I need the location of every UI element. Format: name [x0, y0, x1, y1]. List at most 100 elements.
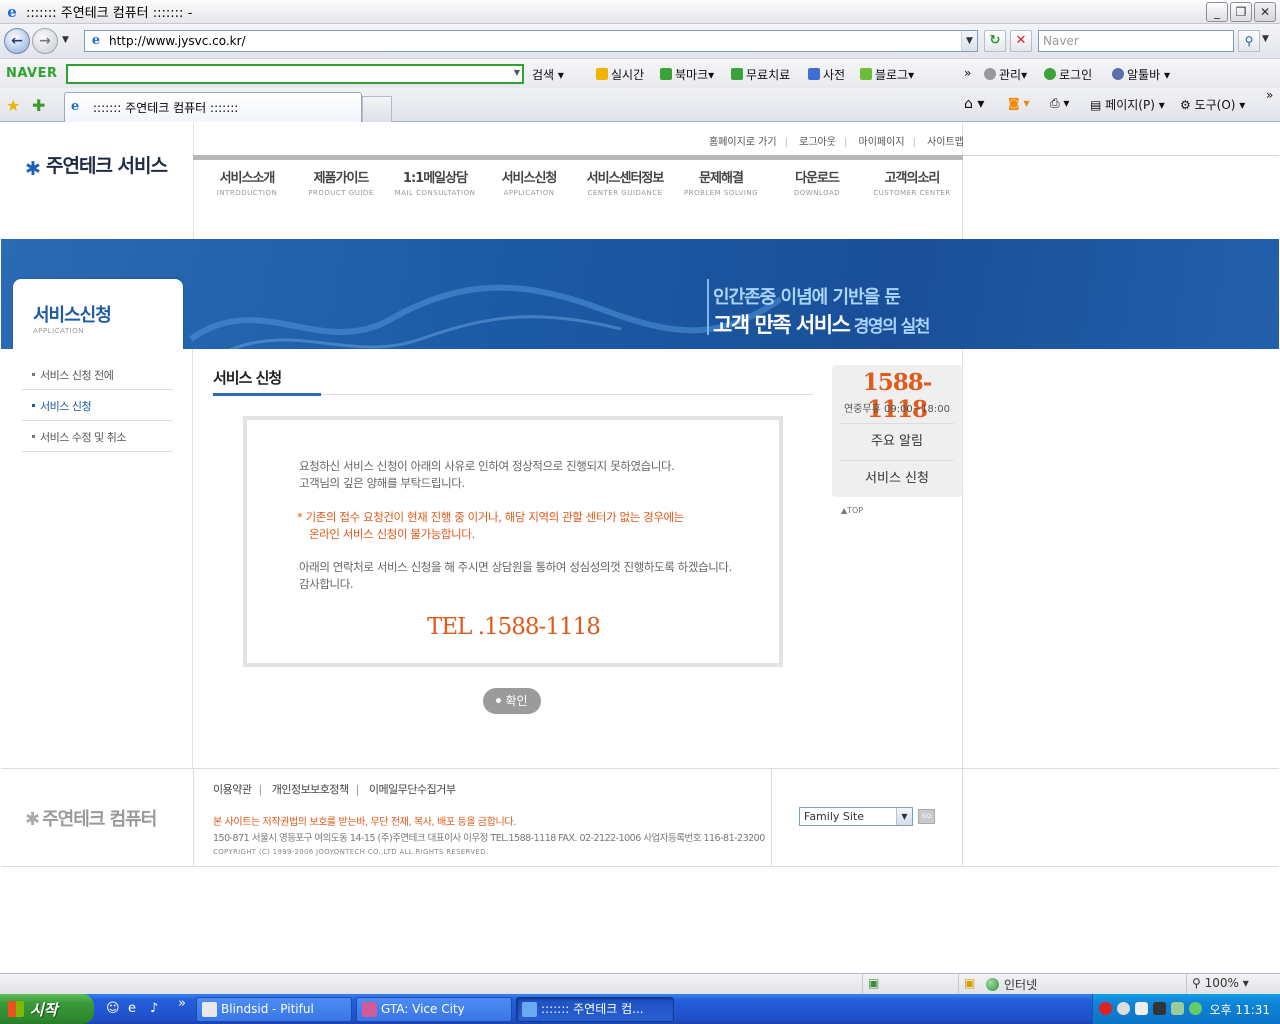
naver-blog-menu[interactable]: 블로그▾ [860, 66, 914, 83]
lnb-application[interactable]: 서비스 신청 [22, 390, 173, 421]
home-icon[interactable]: ⌂ ▾ [964, 96, 984, 112]
toolbar-overflow-icon[interactable]: » [964, 66, 971, 80]
family-site-select[interactable]: Family Site ▼ [799, 807, 913, 826]
refresh-button[interactable]: ↻ [984, 30, 1006, 52]
gnb-introduction[interactable]: 서비스소개 INTRODUCTION [199, 167, 295, 197]
taskbar-button-game[interactable]: GTA: Vice City [356, 997, 512, 1022]
security-zone: 인터넷 [986, 976, 1037, 993]
tab-active[interactable]: e ::::::: 주연테크 컴퓨터 ::::::: [64, 92, 362, 122]
tab-page-icon: e [71, 99, 80, 114]
command-overflow-icon[interactable]: » [1266, 88, 1273, 102]
naver-dictionary-button[interactable]: 사전 [808, 66, 845, 83]
top-links: 홈페이지로 가기 | 로그아웃 | 마이페이지 | 사이트맵 [709, 137, 964, 148]
print-icon[interactable]: ⎙ ▾ [1050, 96, 1069, 111]
start-button[interactable]: 시작 [0, 994, 94, 1024]
search-input[interactable]: Naver [1038, 30, 1234, 52]
page-menu[interactable]: ▤ 페이지(P) ▾ [1090, 96, 1165, 113]
protected-mode-icon: ▣ [964, 976, 976, 990]
naver-login-button[interactable]: 로그인 [1044, 66, 1092, 83]
naver-manage-menu[interactable]: 관리▾ [984, 66, 1027, 83]
gnb-download[interactable]: 다운로드 DOWNLOAD [767, 167, 867, 197]
forward-button[interactable]: → [32, 28, 58, 54]
window-titlebar: e ::::::: 주연테크 컴퓨터 ::::::: - _ ❐ ✕ [0, 0, 1280, 24]
rss-feed-icon[interactable]: ◙ ▾ [1008, 96, 1029, 110]
ie-icon [522, 1002, 537, 1017]
url-dropdown-icon[interactable]: ▼ [961, 31, 977, 51]
naver-realtime-button[interactable]: 실시간 [596, 66, 644, 83]
call-center-box: 1588-1118 연중무휴 09:00~18:00 주요 알림 서비스 신청 [832, 365, 962, 497]
ime-icon[interactable] [1099, 1002, 1112, 1015]
add-favorites-icon[interactable]: ✚ [32, 96, 45, 115]
minimize-button[interactable]: _ [1206, 2, 1228, 22]
tel-number: TEL .1588-1118 [427, 614, 601, 640]
quicklaunch-messenger-icon[interactable]: ☺ [106, 1001, 120, 1016]
url-text[interactable]: http://www.jysvc.co.kr/ [109, 34, 246, 48]
tray-monitor-icon[interactable] [1153, 1002, 1166, 1015]
page-icon: e [91, 33, 101, 48]
naver-search-input[interactable]: ▼ [66, 64, 524, 84]
top-link-logout[interactable]: 로그아웃 [799, 137, 836, 148]
confirm-button[interactable]: 확인 [483, 688, 541, 714]
gnb-customer-center[interactable]: 고객의소리 CUSTOMER CENTER [867, 167, 957, 197]
status-bar: ▣ ▣ 인터넷 ⚲ 100% ▾ [0, 973, 1280, 994]
tray-network-icon[interactable] [1171, 1002, 1184, 1015]
warning-line: * 기존의 접수 요청건이 현재 진행 중 이거나, 해당 지역의 관할 센터가… [297, 510, 684, 524]
side-nav: 서비스 신청 전에 서비스 신청 서비스 수정 및 취소 [22, 359, 173, 452]
zoom-level[interactable]: ⚲ 100% ▾ [1192, 976, 1249, 990]
footer-link-privacy[interactable]: 개인정보보호정책 [272, 783, 349, 796]
tray-chevron-icon[interactable] [1117, 1002, 1130, 1015]
history-dropdown-icon[interactable]: ▼ [62, 35, 69, 45]
naver-dropdown-icon[interactable]: ▼ [514, 68, 520, 77]
blog-icon [860, 68, 872, 80]
chevron-down-icon[interactable]: ▼ [896, 808, 912, 825]
footer-link-terms[interactable]: 이용약관 [213, 783, 252, 796]
stop-button[interactable]: ✕ [1010, 30, 1032, 52]
top-link[interactable]: ▲TOP [841, 506, 863, 515]
gnb-product-guide[interactable]: 제품가이드 PRODUCT GUIDE [295, 167, 387, 197]
favorites-star-icon[interactable]: ★ [6, 96, 20, 115]
back-button[interactable]: ← [4, 28, 30, 54]
gnb-problem-solving[interactable]: 문제해결 PROBLEM SOLVING [675, 167, 767, 197]
address-bar: ← → ▼ e http://www.jysvc.co.kr/ ▼ ↻ ✕ Na… [0, 24, 1280, 58]
altoolbar-menu[interactable]: 알툴바 ▾ [1112, 66, 1170, 83]
search-dropdown-icon[interactable]: ▼ [1262, 34, 1269, 44]
gnb-application[interactable]: 서비스신청 APPLICATION [483, 167, 575, 197]
site-logo[interactable]: ✱ 주연테크 서비스 [25, 151, 168, 180]
quicklaunch-overflow-icon[interactable]: » [178, 996, 186, 1011]
footer-copyright: COPYRIGHT (C) 1999-2006 JOOYONTECH CO.,L… [213, 848, 489, 856]
top-link-home[interactable]: 홈페이지로 가기 [709, 137, 777, 148]
notice-button[interactable]: 주요 알림 [840, 423, 954, 459]
naver-logo[interactable]: NAVER [6, 66, 58, 81]
close-button[interactable]: ✕ [1254, 2, 1276, 22]
new-tab-button[interactable] [362, 96, 392, 122]
naver-search-menu[interactable]: 검색 ▾ [532, 66, 564, 83]
naver-bookmark-menu[interactable]: 북마크▾ [660, 66, 714, 83]
lnb-before-application[interactable]: 서비스 신청 전에 [22, 359, 173, 390]
footer-link-email-policy[interactable]: 이메일무단수집거부 [369, 783, 456, 796]
gear-icon [984, 68, 996, 80]
restore-button[interactable]: ❐ [1230, 2, 1252, 22]
gnb-mail-consultation[interactable]: 1:1메일상담 MAIL CONSULTATION [387, 167, 483, 197]
url-field[interactable]: e http://www.jysvc.co.kr/ ▼ [84, 30, 978, 52]
quicklaunch-ie-icon[interactable]: e [128, 1001, 136, 1016]
star-icon [660, 68, 672, 80]
tray-player-icon[interactable] [1135, 1002, 1148, 1015]
service-apply-button[interactable]: 서비스 신청 [840, 460, 954, 496]
naver-toolbar: NAVER ▼ 검색 ▾ 실시간 북마크▾ 무료치료 사전 블로그▾ » 관리▾… [0, 58, 1280, 88]
family-site-go-button[interactable]: GO [918, 809, 935, 824]
tools-menu[interactable]: ⚙ 도구(O) ▾ [1180, 96, 1245, 113]
search-icon[interactable]: ⚲ [1238, 30, 1260, 52]
banner-swoosh [189, 284, 781, 349]
taskbar-button-music[interactable]: Blindsid - Pitiful [196, 997, 352, 1022]
hero-banner: 인간존중 이념에 기반을 둔 고객 만족 서비스 경영의 실천 [1, 239, 1279, 349]
lnb-modify-cancel[interactable]: 서비스 수정 및 취소 [22, 421, 173, 452]
quicklaunch-player-icon[interactable]: ♪ [150, 1001, 158, 1016]
taskbar-button-browser[interactable]: ::::::: 주연테크 컴... [516, 997, 674, 1022]
top-link-mypage[interactable]: 마이페이지 [859, 137, 905, 148]
top-link-sitemap[interactable]: 사이트맵 [927, 137, 964, 148]
footer-logo: ✱ 주연테크 컴퓨터 [25, 809, 157, 830]
banner-line2: 고객 만족 서비스 경영의 실천 [713, 313, 930, 337]
gnb-center-guidance[interactable]: 서비스센터정보 CENTER GUIDANCE [575, 167, 675, 197]
tray-user-icon[interactable] [1189, 1002, 1202, 1015]
naver-free-cure-button[interactable]: 무료치료 [731, 66, 790, 83]
